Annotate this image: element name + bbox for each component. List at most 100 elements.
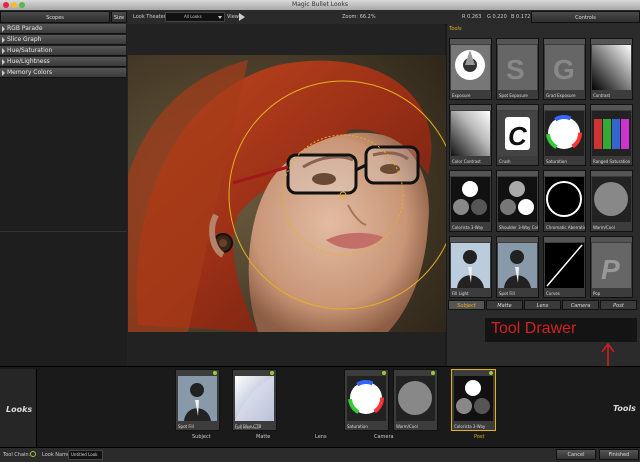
tool-tile[interactable]: Chromatic Aberration [543,170,586,232]
close-window-button[interactable] [3,2,9,8]
tool-tile[interactable]: Spot Fill [496,236,539,298]
look-name-value: Untitled Look [71,452,98,457]
scope-item[interactable]: RGB Parade [0,24,126,34]
scope-item[interactable]: Slice Graph [0,35,126,45]
spot-fill-icon [178,376,217,421]
enabled-indicator-icon[interactable] [382,371,386,375]
tool-tile[interactable]: Curves [543,236,586,298]
tool-chain-label: Tool Chain: [3,452,31,458]
tool-tile-label: Exposure [452,93,471,98]
tool-tile-label: Spot Exposure [499,93,528,98]
tool-tile-header [497,237,538,242]
cancel-button[interactable]: Cancel [556,449,596,460]
chain-category-label: Lens [315,434,327,440]
category-tab[interactable]: Post [600,300,637,310]
svg-text:C: C [508,121,528,151]
scope-item[interactable]: Memory Colors [0,68,126,78]
tool-tile-label: Grad Exposure [546,93,576,98]
zoom-window-button[interactable] [19,2,25,8]
tool-tile-header [544,237,585,242]
tool-tile-header [591,105,632,110]
saturation-icon [347,376,386,421]
saturation-icon [545,111,584,156]
scope-item-label: RGB Parade [7,25,43,32]
tool-tile-label: Contrast [593,93,611,98]
tool-tile-header [450,39,491,44]
chain-tool[interactable]: Spot Fill [175,369,220,431]
enabled-indicator-icon[interactable] [431,371,435,375]
enabled-indicator-icon[interactable] [270,371,274,375]
tool-tile[interactable]: Warm/Cool [590,170,633,232]
tool-tile-header [591,39,632,44]
category-tab[interactable]: Camera [562,300,599,310]
annotation-box: Tool Drawer [485,318,637,342]
look-filter-value: All Looks [184,14,202,19]
chromatic-aberration-icon [545,177,584,222]
scope-item[interactable]: Hue/Lightness [0,57,126,67]
look-filter-select[interactable]: All Looks [165,12,225,22]
tool-tile[interactable]: Ranged Saturation [590,104,633,166]
color-contrast-icon [451,111,490,156]
window-titlebar: Magic Bullet Looks [0,0,640,10]
tool-tile-header [450,237,491,242]
svg-text:P: P [601,254,620,285]
tool-tile[interactable]: G Grad Exposure [543,38,586,100]
preview-image[interactable] [128,55,446,332]
red-readout: R 0.263 [462,14,482,20]
look-theater-label: Look Theater [133,14,166,20]
tool-tile-header [450,105,491,110]
colorista-icon [454,376,493,421]
scope-item[interactable]: Hue/Saturation [0,46,126,56]
tool-tile[interactable]: P Pop [590,236,633,298]
play-icon[interactable] [239,13,245,21]
view-label: View [227,14,239,20]
svg-text:S: S [506,54,525,85]
tool-tile-header [497,105,538,110]
finished-button[interactable]: Finished [599,449,639,460]
tool-tile[interactable]: Exposure [449,38,492,100]
chain-tool[interactable]: Full Blue CTB [232,369,277,431]
disclosure-triangle-icon [2,26,5,32]
scope-item-label: Memory Colors [7,69,53,76]
window-title: Magic Bullet Looks [292,1,348,8]
tool-tile[interactable]: Color Contrast [449,104,492,166]
disclosure-triangle-icon [2,59,5,65]
tool-tile[interactable]: Shoulder 3-Way Color Corrector [496,170,539,232]
tool-tile[interactable]: Saturation [543,104,586,166]
chain-tool[interactable]: Warm/Cool [393,369,438,431]
tool-tile-label: Saturation [546,159,567,164]
colorista-icon [451,177,490,222]
category-tab[interactable]: Matte [486,300,523,310]
tool-tile[interactable]: C Crush [496,104,539,166]
enabled-indicator-icon[interactable] [213,371,217,375]
disclosure-triangle-icon [2,48,5,54]
spot-fill-icon [498,243,537,288]
tool-tile[interactable]: S Spot Exposure [496,38,539,100]
tab-controls[interactable]: Controls [531,11,640,23]
power-icon[interactable] [30,451,36,457]
category-tab[interactable]: Lens [524,300,561,310]
look-name-input[interactable]: Untitled Look [68,450,103,460]
enabled-indicator-icon[interactable] [489,371,493,375]
size-button[interactable]: Size [111,11,127,23]
minimize-window-button[interactable] [11,2,17,8]
tool-tile-label: Colorista 3-Way [452,225,484,230]
shoulder-color-icon [498,177,537,222]
chain-tool-label: Colorista 3-Way [454,424,486,429]
tool-tile-label: Fill Light [452,291,469,296]
category-tab[interactable]: Subject [448,300,485,310]
tool-tile[interactable]: Fill Light [449,236,492,298]
tab-scopes[interactable]: Scopes [0,11,110,23]
disclosure-triangle-icon [2,70,5,76]
tool-tile[interactable]: Colorista 3-Way [449,170,492,232]
tool-tile-header [591,171,632,176]
tool-tile[interactable]: Contrast [590,38,633,100]
chain-tool[interactable]: Colorista 3-Way [451,369,496,431]
tool-tile-header [497,39,538,44]
divider [0,231,127,232]
tool-drawer-annotation: Tool Drawer [491,320,577,337]
contrast-icon [592,45,631,90]
grad-exposure-icon: G [545,45,584,90]
chain-tool[interactable]: Saturation [344,369,389,431]
tools-label: Tools [613,404,636,413]
